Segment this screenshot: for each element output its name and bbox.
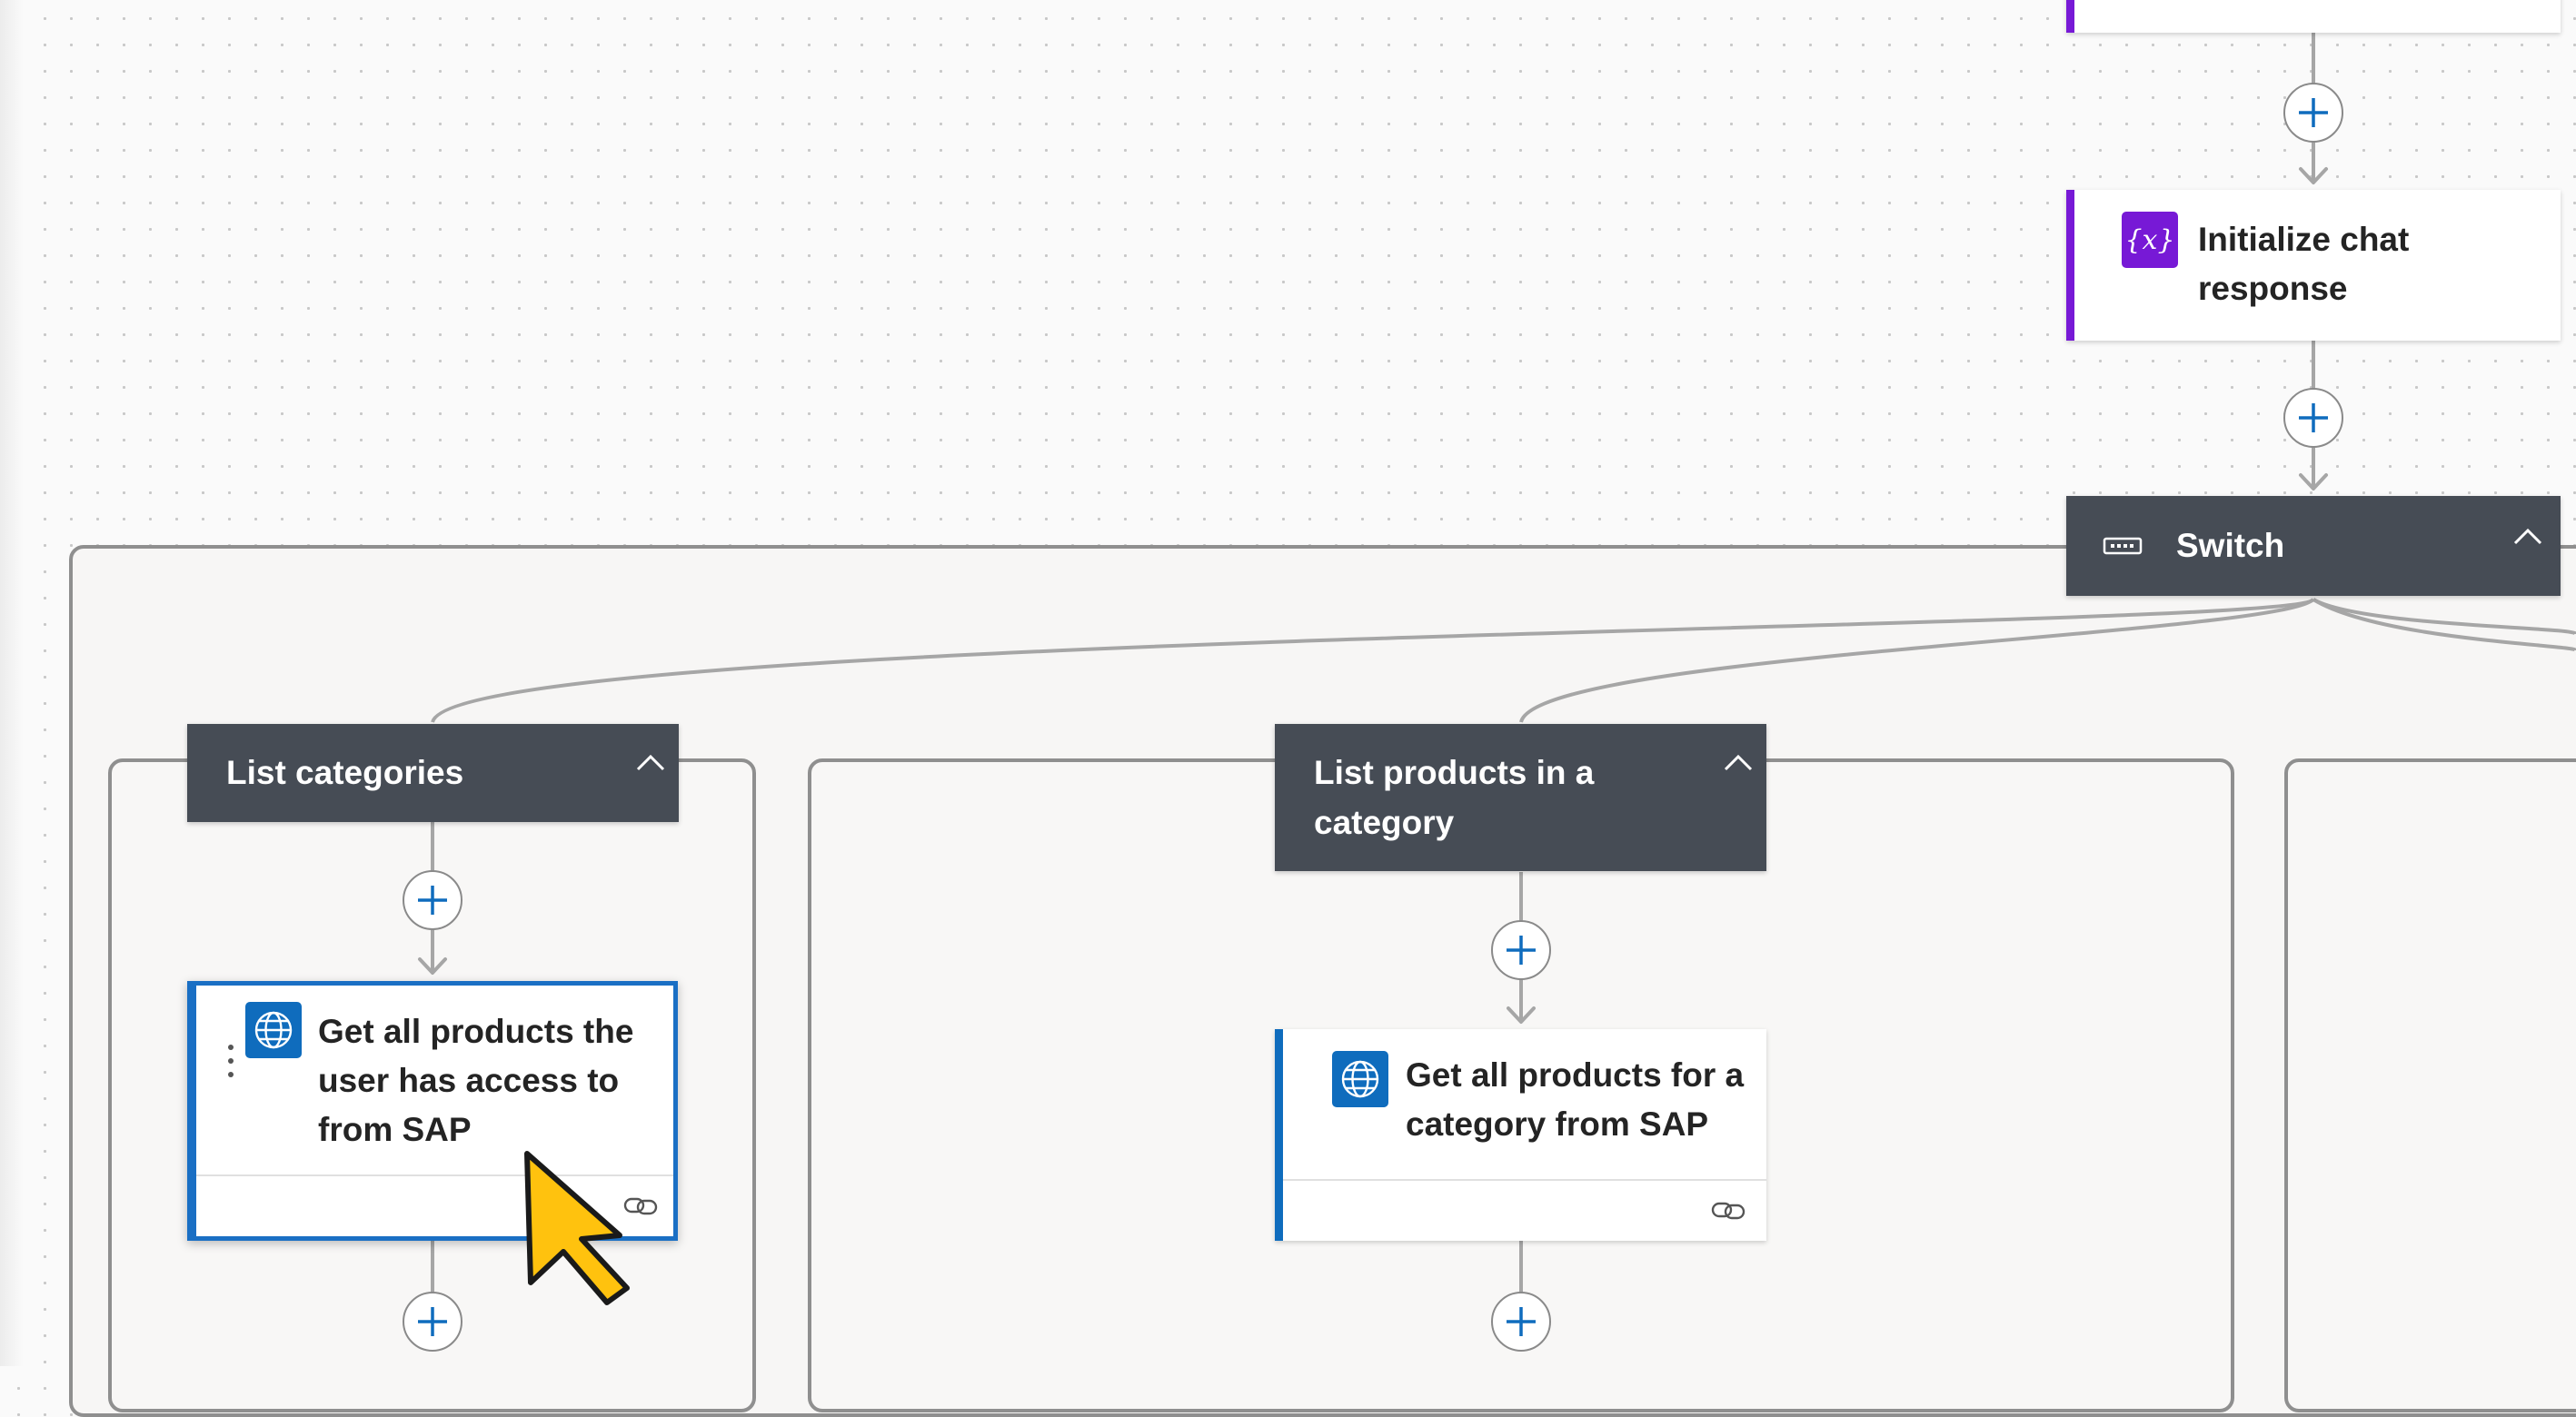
- plus-icon: [1507, 1307, 1536, 1336]
- collapse-chevron-icon[interactable]: [2510, 520, 2546, 556]
- variable-icon: {x}: [2122, 212, 2178, 268]
- switch-icon: [2103, 537, 2143, 555]
- switch-title: Switch: [2176, 527, 2285, 564]
- globe-icon: [1332, 1051, 1388, 1107]
- plus-icon: [418, 886, 447, 915]
- insert-step-button[interactable]: [403, 1292, 462, 1352]
- mouse-pointer-icon: [524, 1151, 630, 1305]
- insert-step-button[interactable]: [1491, 920, 1551, 980]
- plus-icon: [1507, 936, 1536, 965]
- plus-icon: [2299, 403, 2328, 432]
- card-footer: [1283, 1179, 1766, 1241]
- action-title: Get all products for a category from SAP: [1406, 1056, 1745, 1143]
- insert-step-button[interactable]: [2283, 83, 2343, 143]
- link-icon[interactable]: [1710, 1195, 1746, 1226]
- case-header-list-categories[interactable]: List categories: [187, 724, 679, 822]
- collapse-chevron-icon[interactable]: [1720, 746, 1756, 782]
- case-header-list-products[interactable]: List products in a category: [1275, 724, 1766, 871]
- plus-icon: [418, 1307, 447, 1336]
- action-card-get-all-products-category[interactable]: Get all products for a category from SAP: [1275, 1029, 1766, 1241]
- insert-step-button[interactable]: [1491, 1292, 1551, 1352]
- drag-handle-icon[interactable]: [228, 1044, 234, 1078]
- switch-header[interactable]: Switch: [2066, 496, 2561, 596]
- action-title: Get all products the user has access to …: [318, 1013, 634, 1148]
- insert-step-button[interactable]: [403, 870, 462, 930]
- initialize-chat-response-card[interactable]: {x} Initialize chat response: [2066, 190, 2561, 341]
- step-title: Initialize chat response: [2198, 221, 2410, 307]
- collapse-chevron-icon[interactable]: [632, 746, 669, 782]
- case-title: List products in a category: [1314, 754, 1595, 841]
- insert-step-button[interactable]: [2283, 388, 2343, 448]
- plus-icon: [2299, 98, 2328, 127]
- previous-step-card[interactable]: [2066, 0, 2561, 33]
- globe-icon: [245, 1002, 302, 1058]
- case-title: List categories: [226, 754, 464, 791]
- flow-canvas[interactable]: {x} Initialize chat response Switch List…: [0, 0, 2576, 1417]
